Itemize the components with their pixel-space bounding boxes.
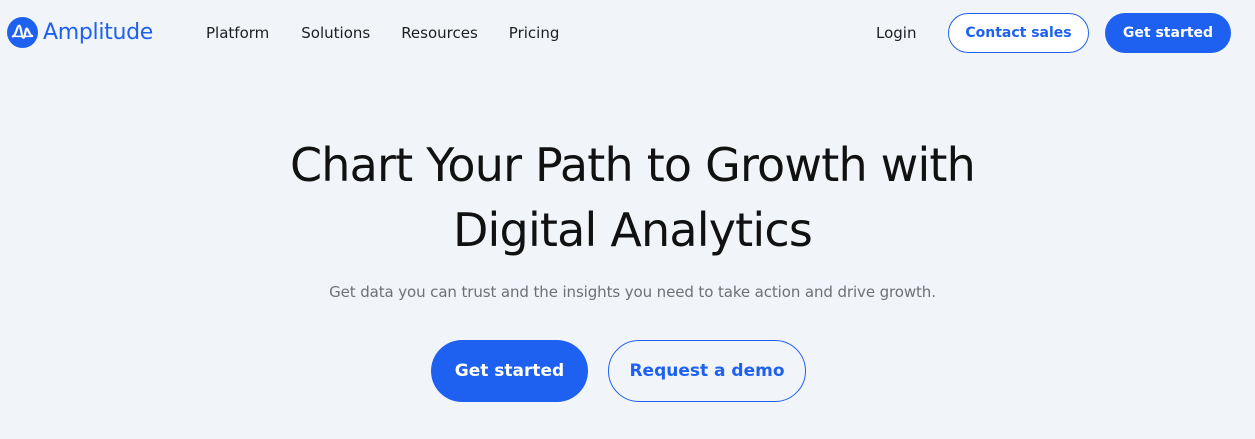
request-demo-button[interactable]: Request a demo	[608, 340, 806, 402]
contact-sales-button[interactable]: Contact sales	[948, 13, 1089, 53]
hero-subtitle: Get data you can trust and the insights …	[329, 283, 936, 301]
page: Amplitude Platform Solutions Resources P…	[0, 0, 1255, 439]
nav-link-resources[interactable]: Resources	[401, 23, 478, 43]
login-link[interactable]: Login	[876, 23, 916, 43]
primary-nav-links: Platform Solutions Resources Pricing	[206, 23, 559, 43]
hero-title: Chart Your Path to Growth with Digital A…	[0, 133, 1255, 263]
amplitude-logo-icon	[7, 17, 38, 48]
hero-title-line-1: Chart Your Path to Growth with	[289, 138, 976, 192]
amplitude-logo-link[interactable]: Amplitude	[7, 17, 153, 48]
hero-title-line-2: Digital Analytics	[452, 203, 813, 257]
logo-wordmark: Amplitude	[43, 20, 154, 45]
hero-get-started-button[interactable]: Get started	[431, 340, 588, 402]
top-navigation: Amplitude Platform Solutions Resources P…	[0, 0, 1255, 66]
nav-link-platform[interactable]: Platform	[206, 23, 269, 43]
nav-link-solutions[interactable]: Solutions	[301, 23, 370, 43]
nav-get-started-button[interactable]: Get started	[1105, 13, 1231, 53]
nav-link-pricing[interactable]: Pricing	[509, 23, 560, 43]
